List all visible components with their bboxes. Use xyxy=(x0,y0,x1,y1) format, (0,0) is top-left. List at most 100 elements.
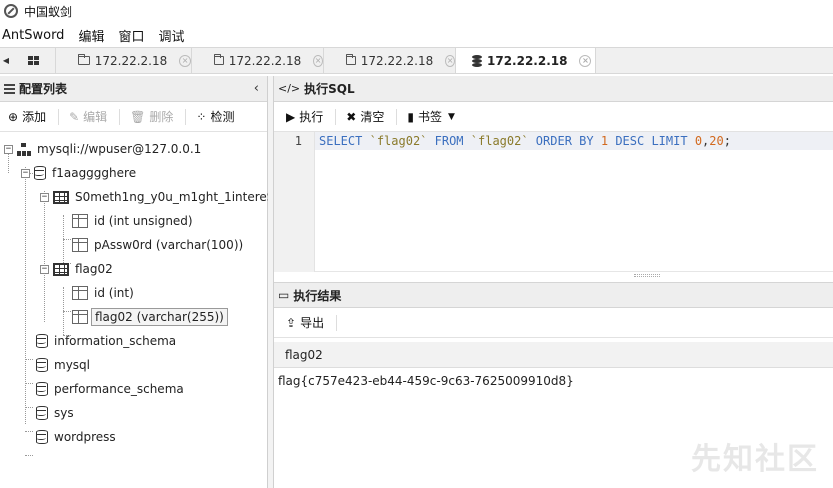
close-icon: ✖ xyxy=(346,109,357,124)
delete-button[interactable]: 🗑 删除 xyxy=(126,108,177,125)
tree-node-table[interactable]: − flag02 xyxy=(40,258,113,280)
database-icon xyxy=(36,334,48,348)
table-icon xyxy=(53,262,69,276)
trash-icon: 🗑 xyxy=(130,109,146,124)
menu-antsword[interactable]: AntSword xyxy=(2,28,64,43)
tree-guide-line xyxy=(63,311,71,312)
result-header: ▭ 执行结果 xyxy=(274,282,833,308)
tab-close-icon[interactable]: × xyxy=(579,54,592,67)
tree-guide-line xyxy=(25,167,26,424)
menu-edit[interactable]: 编辑 xyxy=(78,26,104,45)
config-list-panel: 配置列表 ‹ ⊕ 添加 ✎ 编辑 🗑 删除 ⁘ 检测 − mysqli://wpuser… xyxy=(0,76,274,488)
tree-guide-line xyxy=(44,191,45,322)
menu-debug[interactable]: 调试 xyxy=(158,26,184,45)
collapse-toggle-icon[interactable]: − xyxy=(40,192,49,202)
toolbar-separator xyxy=(58,108,60,125)
database-icon xyxy=(36,382,48,396)
run-label: 执行 xyxy=(299,110,324,124)
connection-label: mysqli://wpuser@127.0.0.1 xyxy=(37,142,202,156)
tree-node-column[interactable]: pAssw0rd (varchar(100)) xyxy=(72,234,243,256)
collapse-toggle-icon[interactable]: − xyxy=(40,264,49,274)
table-label: S0meth1ng_y0u_m1ght_1intereS xyxy=(75,190,275,204)
tree-guide-line xyxy=(25,359,33,360)
add-button[interactable]: ⊕ 添加 xyxy=(4,108,50,125)
tab-label: 172.22.2.18 xyxy=(487,53,568,68)
result-row[interactable]: flag{c757e423-eb44-459c-9c63-7625009910d… xyxy=(278,374,574,388)
tree-guide-line xyxy=(25,431,33,432)
database-label: wordpress xyxy=(54,430,116,444)
database-icon xyxy=(472,54,482,67)
tab-database[interactable]: 172.22.2.18 × xyxy=(456,48,596,73)
database-icon xyxy=(34,166,46,180)
folder-icon xyxy=(214,54,224,65)
tab-strip: ◀ 172.22.2.18 × 172.22.2.18 × 172.22.2.1… xyxy=(0,47,833,74)
result-column-header[interactable]: flag02 xyxy=(274,342,833,368)
collapse-toggle-icon[interactable]: − xyxy=(21,168,30,178)
database-label: f1aagggghere xyxy=(52,166,137,180)
test-label: 检测 xyxy=(210,110,235,124)
tree-node-database[interactable]: sys xyxy=(36,402,74,424)
sql-query-line[interactable]: SELECT `flag02` FROM `flag02` ORDER BY 1… xyxy=(315,132,833,150)
menu-window[interactable]: 窗口 xyxy=(118,26,144,45)
tab-home[interactable] xyxy=(12,48,56,73)
tree-node-column-selected[interactable]: flag02 (varchar(255)) xyxy=(72,306,228,328)
tab-label: 172.22.2.18 xyxy=(228,53,302,68)
clear-button[interactable]: ✖ 清空 xyxy=(342,108,388,125)
result-toolbar: ⇪ 导出 xyxy=(274,308,833,338)
test-button[interactable]: ⁘ 检测 xyxy=(192,108,238,125)
list-icon xyxy=(4,83,15,94)
run-button[interactable]: ▶ 执行 xyxy=(282,108,327,125)
result-title: 执行结果 xyxy=(293,288,342,303)
database-label: information_schema xyxy=(54,334,177,348)
sql-title: 执行SQL xyxy=(304,82,355,96)
tab-close-icon[interactable]: × xyxy=(179,54,191,67)
tab-shell-2[interactable]: 172.22.2.18 × xyxy=(192,48,324,73)
tab-close-icon[interactable]: × xyxy=(313,54,323,67)
tree-node-database[interactable]: − f1aagggghere xyxy=(21,162,136,184)
config-toolbar: ⊕ 添加 ✎ 编辑 🗑 删除 ⁘ 检测 xyxy=(0,102,267,132)
tree-node-table[interactable]: − S0meth1ng_y0u_m1ght_1intereS xyxy=(40,186,274,208)
edit-button[interactable]: ✎ 编辑 xyxy=(65,108,111,125)
folder-icon xyxy=(346,54,356,65)
toolbar-separator xyxy=(119,108,121,125)
tab-shell-1[interactable]: 172.22.2.18 × xyxy=(56,48,192,73)
edit-icon: ✎ xyxy=(69,109,80,124)
collapse-toggle-icon[interactable]: − xyxy=(4,144,13,154)
drive-icon: ▭ xyxy=(278,288,290,302)
column-icon xyxy=(72,214,88,228)
result-cell[interactable]: flag{c757e423-eb44-459c-9c63-7625009910d… xyxy=(278,374,574,388)
column-icon xyxy=(72,286,88,300)
database-label: performance_schema xyxy=(54,382,184,396)
tree-node-column[interactable]: id (int unsigned) xyxy=(72,210,193,232)
tab-shell-3[interactable]: 172.22.2.18 × xyxy=(324,48,456,73)
folder-icon xyxy=(78,54,90,65)
collapse-left-icon[interactable]: ‹ xyxy=(254,81,259,96)
sql-toolbar: ▶ 执行 ✖ 清空 ▮ 书签 ▼ xyxy=(274,102,833,132)
tree-node-connection[interactable]: − mysqli://wpuser@127.0.0.1 xyxy=(4,138,201,160)
tab-label: 172.22.2.18 xyxy=(360,53,434,68)
toolbar-separator xyxy=(335,108,337,125)
bookmark-button[interactable]: ▮ 书签 ▼ xyxy=(403,108,459,125)
tab-scroll-left-icon[interactable]: ◀ xyxy=(0,48,12,73)
spinner-icon: ⁘ xyxy=(196,109,207,124)
delete-label: 删除 xyxy=(149,110,174,124)
tree-node-database[interactable]: performance_schema xyxy=(36,378,184,400)
tree-node-database[interactable]: mysql xyxy=(36,354,90,376)
column-header-label: flag02 xyxy=(285,347,323,362)
menu-bar: AntSword 编辑 窗口 调试 xyxy=(0,24,833,46)
tab-close-icon[interactable]: × xyxy=(445,54,455,67)
editor-resize-grip[interactable] xyxy=(634,274,660,277)
tree-node-column[interactable]: id (int) xyxy=(72,282,134,304)
sql-header: </> 执行SQL xyxy=(274,76,833,102)
title-bar: 中国蚁剑 xyxy=(0,0,833,22)
chevron-down-icon: ▼ xyxy=(447,111,455,122)
toolbar-separator xyxy=(185,108,187,125)
column-label: id (int unsigned) xyxy=(94,214,193,228)
tab-label: 172.22.2.18 xyxy=(94,53,168,68)
plus-circle-icon: ⊕ xyxy=(8,109,19,124)
sql-editor[interactable]: 1 SELECT `flag02` FROM `flag02` ORDER BY… xyxy=(274,132,833,272)
tree-node-database[interactable]: wordpress xyxy=(36,426,116,448)
export-button[interactable]: ⇪ 导出 xyxy=(282,314,328,331)
tree-node-database[interactable]: information_schema xyxy=(36,330,176,352)
column-icon xyxy=(72,238,88,252)
